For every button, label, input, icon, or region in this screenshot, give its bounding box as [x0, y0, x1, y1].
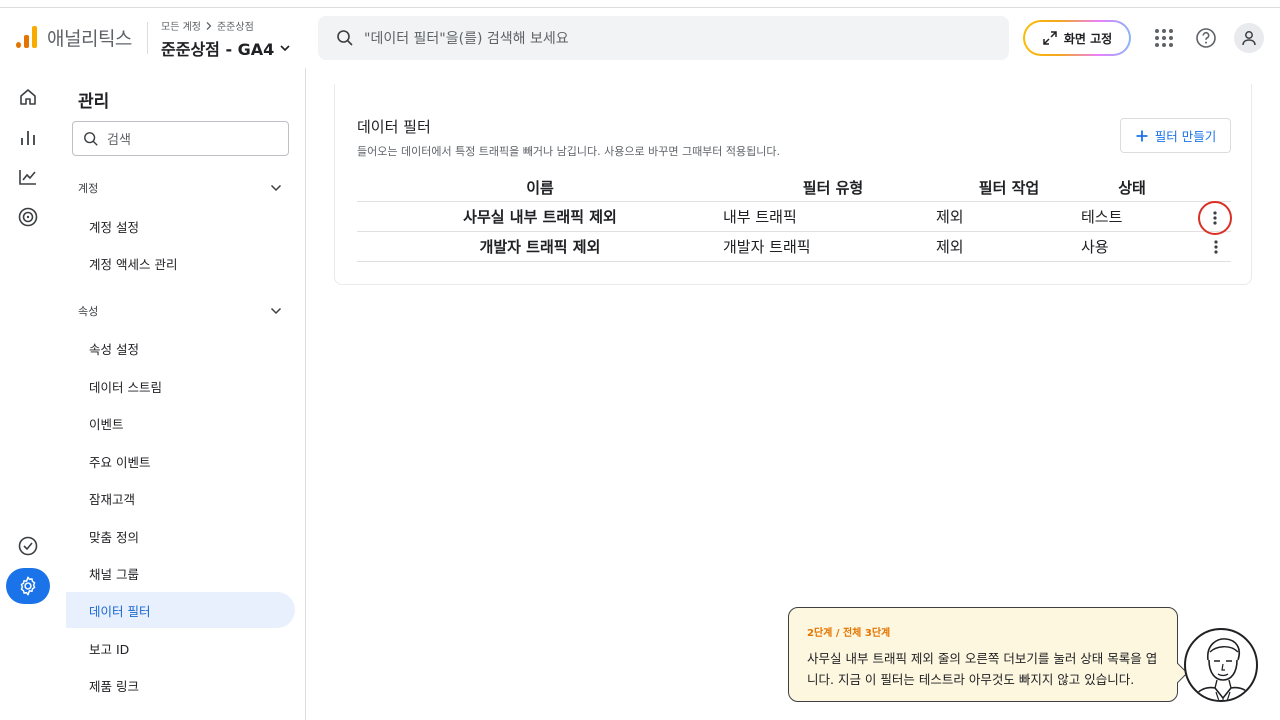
search-icon	[337, 30, 353, 46]
sidebar-item-custom-definitions[interactable]: 맞춤 정의	[66, 518, 295, 554]
filter-type: 내부 트래픽	[723, 208, 797, 226]
table-header: 이름 필터 유형 필터 작업 상태	[357, 174, 1231, 202]
sidebar-item-label: 이벤트	[89, 416, 124, 432]
filters-table: 이름 필터 유형 필터 작업 상태 사무실 내부 트래픽 제외 내부 트래픽 제…	[357, 174, 1232, 262]
table-row[interactable]: 사무실 내부 트래픽 제외 내부 트래픽 제외 테스트	[357, 201, 1232, 235]
apps-grid-icon[interactable]	[1150, 24, 1178, 52]
top-header: 애널리틱스 모든 계정 준준상점 준준상점 - GA4 "데이터 필터"을(를)…	[0, 8, 1280, 68]
guide-character-avatar	[1184, 628, 1258, 702]
sidebar-item-account-settings[interactable]: 계정 설정	[66, 208, 295, 244]
chevron-up-down-icon	[270, 184, 282, 192]
sidebar-item-label: 데이터 스트림	[89, 379, 162, 395]
create-filter-label: 필터 만들기	[1154, 129, 1217, 144]
header-divider	[147, 22, 148, 54]
table-row[interactable]: 개발자 트래픽 제외 개발자 트래픽 제외 사용	[357, 232, 1231, 262]
breadcrumb-account[interactable]: 준준상점	[217, 18, 254, 33]
sidebar-title: 관리	[78, 92, 110, 112]
row-more-options-button[interactable]	[1204, 232, 1228, 262]
sidebar-item-label: 보고 ID	[89, 641, 130, 657]
more-vert-icon	[1214, 240, 1218, 254]
account-avatar[interactable]	[1234, 23, 1264, 53]
sidebar-item-label: 제품 링크	[89, 678, 139, 694]
column-header-type[interactable]: 필터 유형	[723, 174, 943, 201]
property-selector[interactable]: 준준상점 - GA4	[161, 36, 292, 60]
sidebar-item-label: 맞춤 정의	[89, 529, 139, 545]
column-header-name[interactable]: 이름	[357, 174, 723, 201]
chevron-down-icon	[280, 45, 290, 52]
sidebar-item-label: 채널 그룹	[89, 566, 139, 582]
create-filter-button[interactable]: 필터 만들기	[1120, 118, 1231, 153]
search-icon	[84, 131, 98, 146]
filter-name[interactable]: 개발자 트래픽 제외	[357, 232, 723, 261]
filter-action: 제외	[936, 208, 964, 226]
sidebar-item-account-access[interactable]: 계정 액세스 관리	[66, 245, 295, 281]
filter-name[interactable]: 사무실 내부 트래픽 제외	[357, 202, 723, 231]
filter-status: 사용	[1081, 238, 1109, 256]
column-header-status[interactable]: 상태	[1081, 174, 1183, 201]
sidebar-item-events[interactable]: 이벤트	[66, 405, 295, 441]
admin-sidebar: 관리 검색 계정 계정 설정 계정 액세스 관리 속성 속성 설정 데이터 스트…	[56, 68, 306, 720]
sidebar-item-label: 속성 설정	[89, 341, 139, 357]
filter-type: 개발자 트래픽	[723, 238, 811, 256]
help-icon[interactable]	[1192, 24, 1220, 52]
sidebar-item-audiences[interactable]: 잠재고객	[66, 480, 295, 516]
row-more-options-button[interactable]	[1198, 201, 1232, 235]
breadcrumb-root[interactable]: 모든 계정	[161, 18, 201, 33]
global-search-placeholder: "데이터 필터"을(를) 검색해 보세요	[364, 31, 569, 47]
check-circle-icon[interactable]	[14, 532, 42, 560]
guided-tour-tooltip: 2단계 / 전체 3단계 사무실 내부 트래픽 제외 줄의 오른쪽 더보기를 눌…	[788, 607, 1188, 702]
chevron-up-down-icon	[270, 307, 282, 315]
pin-screen-button[interactable]: 화면 고정	[1023, 20, 1131, 56]
person-icon	[1242, 31, 1256, 46]
expand-arrows-icon	[1043, 31, 1057, 45]
sidebar-item-product-links[interactable]: 제품 링크	[66, 667, 295, 703]
global-search-bar[interactable]: "데이터 필터"을(를) 검색해 보세요	[318, 16, 1009, 60]
page-title: 데이터 필터	[357, 118, 431, 136]
property-name: 준준상점 - GA4	[161, 40, 275, 59]
section-property-label: 속성	[78, 305, 99, 318]
analytics-logo-icon[interactable]	[16, 26, 38, 48]
sidebar-item-data-streams[interactable]: 데이터 스트림	[66, 368, 295, 404]
section-account-toggle[interactable]: 계정	[78, 180, 283, 196]
brand-name[interactable]: 애널리틱스	[47, 24, 132, 51]
tour-instruction: 사무실 내부 트래픽 제외 줄의 오른쪽 더보기를 눌러 상태 목록을 엽니다.…	[807, 651, 1158, 687]
section-property-toggle[interactable]: 속성	[78, 303, 283, 319]
advertising-target-icon[interactable]	[14, 203, 42, 231]
sidebar-item-label: 데이터 필터	[89, 603, 151, 619]
breadcrumb[interactable]: 모든 계정 준준상점	[161, 18, 254, 33]
window-top-border	[0, 0, 1280, 8]
reports-bar-chart-icon[interactable]	[14, 124, 42, 152]
plus-icon	[1136, 130, 1148, 141]
sidebar-search-placeholder: 검색	[107, 133, 131, 148]
admin-gear-icon[interactable]	[6, 568, 50, 604]
sidebar-item-label: 주요 이벤트	[89, 454, 151, 470]
sidebar-item-key-events[interactable]: 주요 이벤트	[66, 443, 295, 479]
page-subtitle: 들어오는 데이터에서 특정 트래픽을 빼거나 남깁니다. 사용으로 바꾸면 그때…	[357, 145, 781, 158]
more-vert-icon	[1213, 211, 1217, 225]
filter-status: 테스트	[1081, 208, 1123, 226]
tour-step-indicator: 2단계 / 전체 3단계	[807, 628, 891, 639]
home-icon[interactable]	[14, 83, 42, 111]
sidebar-item-property-settings[interactable]: 속성 설정	[66, 330, 295, 366]
filter-action: 제외	[936, 238, 964, 256]
sidebar-item-label: 잠재고객	[89, 491, 136, 507]
nav-rail	[0, 68, 56, 720]
sidebar-item-label: 계정 액세스 관리	[89, 256, 178, 272]
sidebar-item-data-filters[interactable]: 데이터 필터	[66, 592, 295, 628]
explore-line-chart-icon[interactable]	[14, 163, 42, 191]
sidebar-item-label: 계정 설정	[89, 219, 139, 235]
sidebar-search-input[interactable]: 검색	[72, 121, 289, 156]
sidebar-item-channel-groups[interactable]: 채널 그룹	[66, 555, 295, 591]
pin-screen-label: 화면 고정	[1063, 31, 1113, 46]
data-filters-card: 데이터 필터 들어오는 데이터에서 특정 트래픽을 빼거나 남깁니다. 사용으로…	[334, 84, 1252, 285]
sidebar-item-reporting-id[interactable]: 보고 ID	[66, 630, 295, 666]
column-header-action[interactable]: 필터 작업	[936, 174, 1082, 201]
chevron-right-icon	[206, 21, 212, 30]
section-account-label: 계정	[78, 182, 99, 195]
